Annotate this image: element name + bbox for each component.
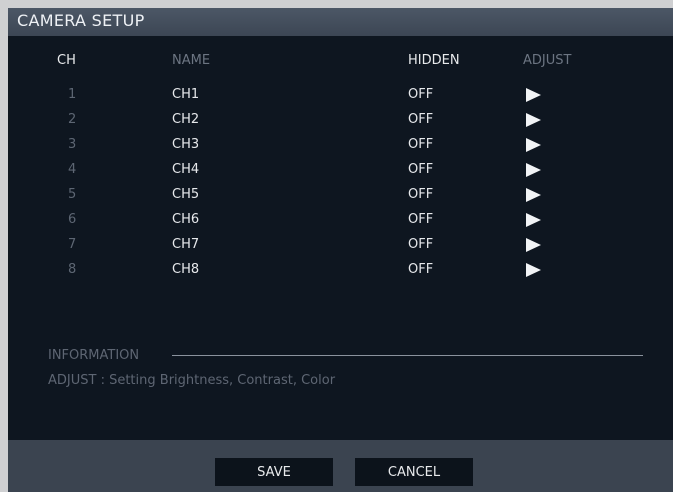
channel-name[interactable]: CH4: [172, 162, 199, 177]
hidden-value[interactable]: OFF: [408, 237, 433, 252]
channel-number: 4: [68, 162, 77, 177]
column-header-name: NAME: [172, 53, 211, 68]
information-label: INFORMATION: [48, 348, 140, 363]
play-arrow-icon[interactable]: [526, 113, 541, 127]
title-bar: CAMERA SETUP: [8, 8, 673, 36]
hidden-value[interactable]: OFF: [408, 137, 433, 152]
play-arrow-icon[interactable]: [526, 263, 541, 277]
cancel-button[interactable]: CANCEL: [355, 458, 473, 486]
channel-row-7: 7 CH7 OFF: [8, 237, 673, 259]
column-header-adjust: ADJUST: [523, 53, 572, 68]
play-arrow-icon[interactable]: [526, 163, 541, 177]
channel-row-3: 3 CH3 OFF: [8, 137, 673, 159]
hidden-value[interactable]: OFF: [408, 187, 433, 202]
channel-row-2: 2 CH2 OFF: [8, 112, 673, 134]
channel-number: 2: [68, 112, 77, 127]
hidden-value[interactable]: OFF: [408, 162, 433, 177]
play-arrow-icon[interactable]: [526, 188, 541, 202]
channel-number: 3: [68, 137, 77, 152]
play-arrow-icon[interactable]: [526, 213, 541, 227]
channel-number: 5: [68, 187, 77, 202]
channel-number: 8: [68, 262, 77, 277]
information-text: ADJUST : Setting Brightness, Contrast, C…: [48, 373, 336, 388]
hidden-value[interactable]: OFF: [408, 112, 433, 127]
channel-row-6: 6 CH6 OFF: [8, 212, 673, 234]
channel-name[interactable]: CH2: [172, 112, 199, 127]
play-arrow-icon[interactable]: [526, 238, 541, 252]
channel-name[interactable]: CH5: [172, 187, 199, 202]
channel-number: 6: [68, 212, 77, 227]
channel-row-4: 4 CH4 OFF: [8, 162, 673, 184]
channel-row-1: 1 CH1 OFF: [8, 87, 673, 109]
channel-name[interactable]: CH7: [172, 237, 199, 252]
window-title: CAMERA SETUP: [17, 11, 145, 30]
camera-setup-window: CAMERA SETUP CH NAME HIDDEN ADJUST 1 CH1…: [8, 8, 673, 492]
channel-number: 1: [68, 87, 77, 102]
channel-name[interactable]: CH6: [172, 212, 199, 227]
column-header-ch: CH: [57, 53, 76, 68]
play-arrow-icon[interactable]: [526, 138, 541, 152]
channel-number: 7: [68, 237, 77, 252]
channel-row-8: 8 CH8 OFF: [8, 262, 673, 284]
column-header-hidden: HIDDEN: [408, 53, 460, 68]
information-divider: [172, 355, 643, 356]
play-arrow-icon[interactable]: [526, 88, 541, 102]
channel-name[interactable]: CH3: [172, 137, 199, 152]
channel-row-5: 5 CH5 OFF: [8, 187, 673, 209]
footer-bar: SAVE CANCEL: [8, 440, 673, 492]
hidden-value[interactable]: OFF: [408, 212, 433, 227]
channel-name[interactable]: CH1: [172, 87, 199, 102]
channel-name[interactable]: CH8: [172, 262, 199, 277]
hidden-value[interactable]: OFF: [408, 87, 433, 102]
hidden-value[interactable]: OFF: [408, 262, 433, 277]
save-button[interactable]: SAVE: [215, 458, 333, 486]
